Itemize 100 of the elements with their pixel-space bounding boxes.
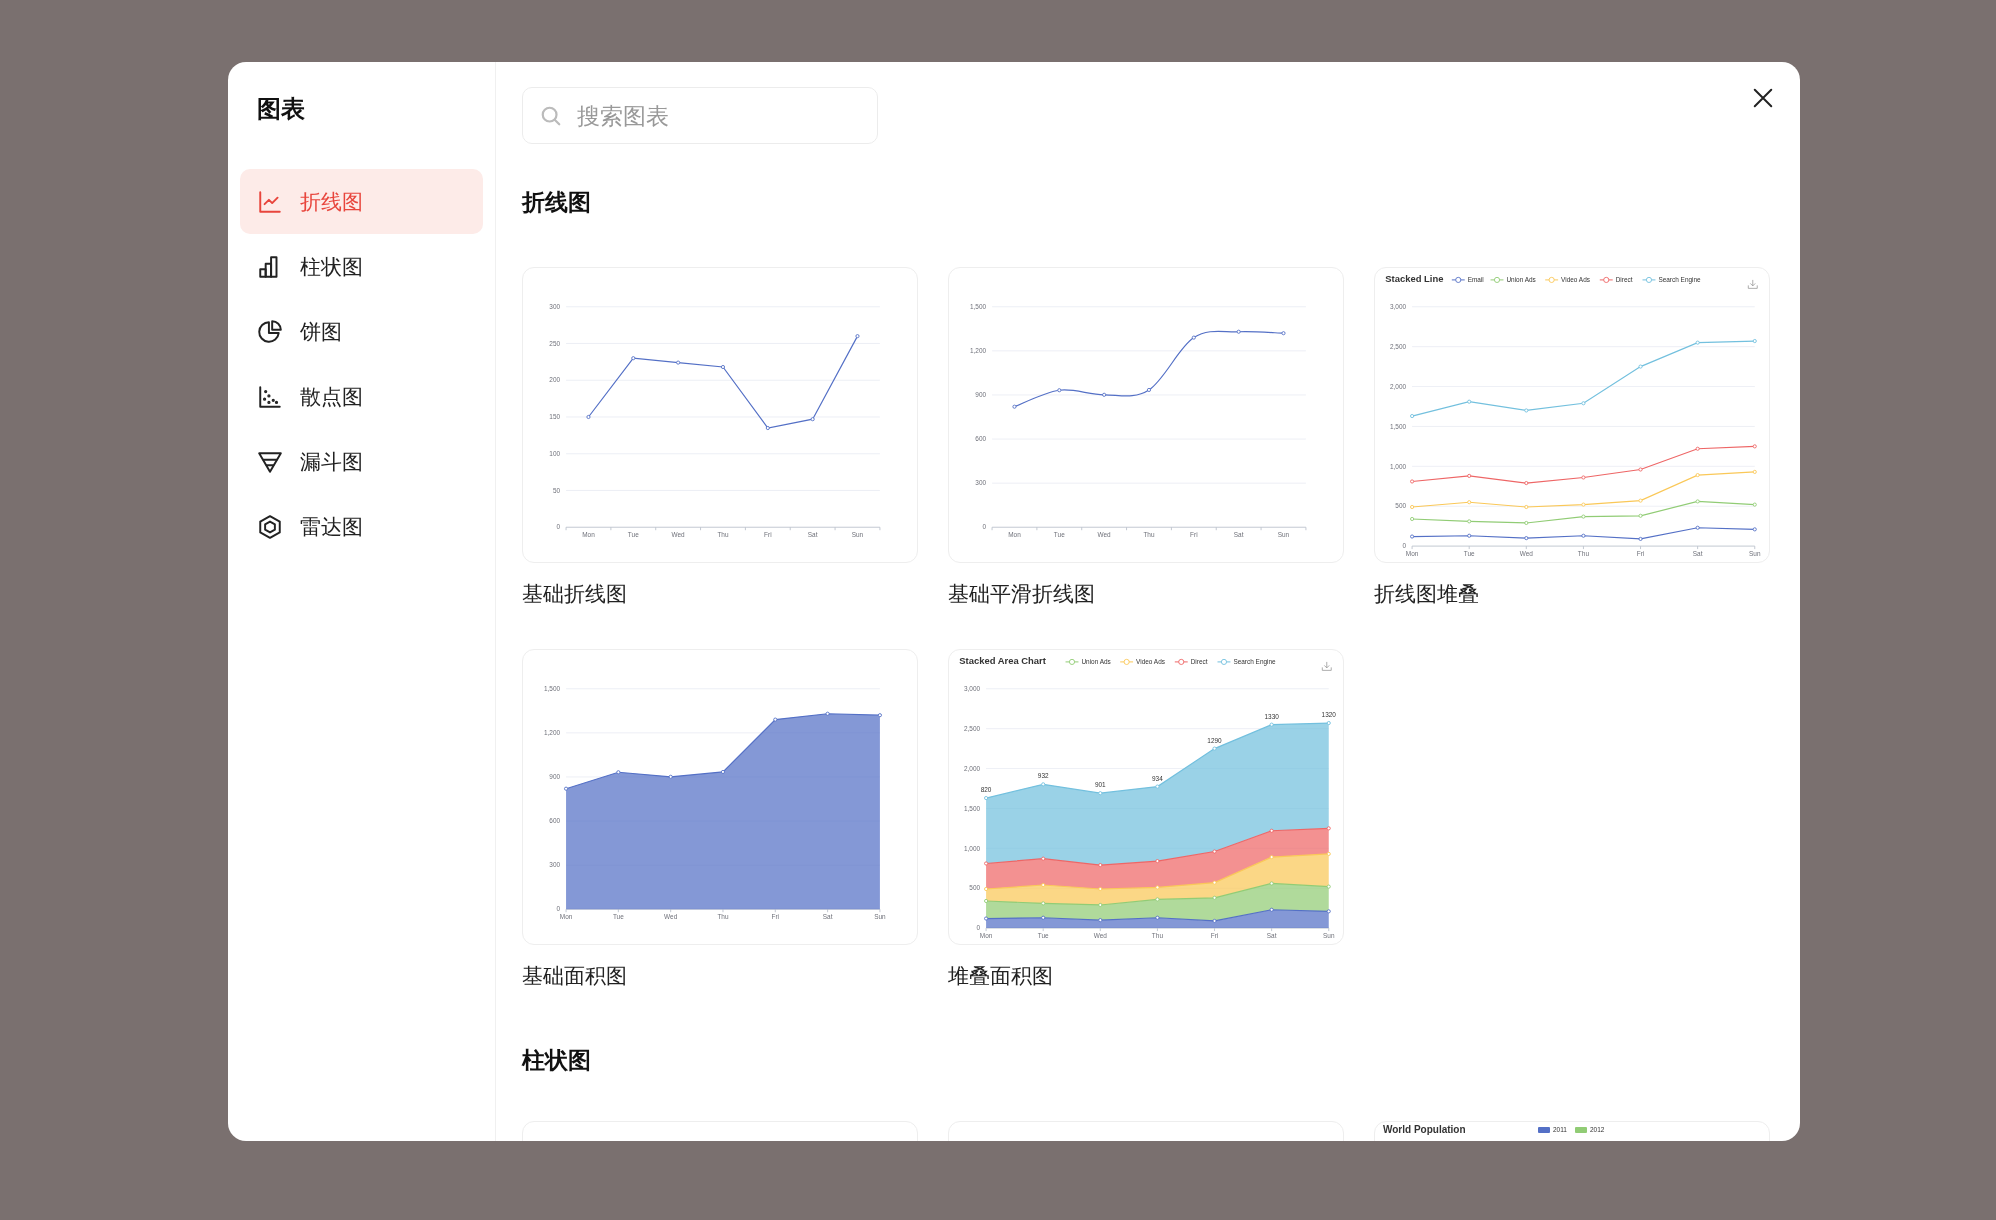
sidebar-item[interactable]: 散点图 [240, 364, 483, 429]
chart-title: Stacked Line [1385, 272, 1444, 284]
data-point [1410, 534, 1415, 539]
data-point [1236, 329, 1241, 334]
data-point [1191, 335, 1196, 340]
data-point [1326, 884, 1331, 889]
data-point [1212, 746, 1217, 751]
data-point [1752, 502, 1757, 507]
data-point [1581, 475, 1586, 480]
close-icon[interactable] [1752, 87, 1774, 109]
data-point [1155, 784, 1160, 789]
data-point [1752, 469, 1757, 474]
data-point [1212, 849, 1217, 854]
data-point [1524, 536, 1529, 541]
chart-title: Stacked Area Chart [959, 654, 1046, 666]
data-point [1581, 502, 1586, 507]
data-point [984, 916, 989, 921]
data-point [1326, 721, 1331, 726]
data-point [1581, 514, 1586, 519]
legend-icon [1642, 276, 1656, 283]
data-point [1041, 915, 1046, 920]
data-point [1467, 519, 1472, 524]
chart-caption: 基础平滑折线图 [948, 581, 1096, 607]
pie-chart-icon [257, 318, 283, 345]
sidebar-item[interactable]: 饼图 [240, 299, 483, 364]
data-point [855, 334, 860, 339]
data-point [984, 898, 989, 903]
data-point [1041, 883, 1046, 888]
data-point [1467, 473, 1472, 478]
data-point [1752, 339, 1757, 344]
data-point [1638, 498, 1643, 503]
data-point [773, 717, 778, 722]
legend-icon [1544, 276, 1559, 283]
data-point [1581, 401, 1586, 406]
search-field[interactable]: 搜索图表 [522, 87, 878, 144]
data-point [631, 356, 636, 361]
data-point [877, 713, 882, 718]
data-point [564, 786, 569, 791]
data-point [825, 711, 830, 716]
data-point [1467, 533, 1472, 538]
data-point [616, 770, 621, 775]
data-point [1638, 536, 1643, 541]
chart-caption: 基础折线图 [522, 581, 628, 607]
data-point [1269, 907, 1274, 912]
data-point [1269, 855, 1274, 860]
data-point [1155, 897, 1160, 902]
data-point [1212, 895, 1217, 900]
data-point [1102, 392, 1107, 397]
data-point [1269, 722, 1274, 727]
data-point [1041, 782, 1046, 787]
data-point [1695, 446, 1700, 451]
data-point [1041, 856, 1046, 861]
data-point [1410, 504, 1415, 510]
data-point [586, 414, 591, 420]
sidebar-item[interactable]: 雷达图 [240, 494, 483, 559]
download-icon[interactable] [1747, 279, 1758, 289]
data-point [1326, 909, 1331, 914]
data-point [1326, 826, 1331, 831]
data-point [1281, 331, 1286, 336]
download-icon[interactable] [1321, 661, 1332, 671]
data-point [1695, 525, 1700, 530]
data-point [1410, 414, 1415, 419]
data-point [1638, 513, 1643, 518]
data-point [1098, 886, 1103, 892]
data-point [810, 417, 815, 422]
sidebar-item[interactable]: 柱状图 [240, 234, 483, 299]
data-point [1638, 467, 1643, 472]
data-point [720, 364, 725, 370]
data-point [1012, 404, 1017, 409]
legend-icon [1065, 658, 1079, 665]
chart-caption: 基础面积图 [522, 963, 628, 989]
data-point [1524, 520, 1529, 525]
section-heading: 柱状图 [522, 1047, 592, 1073]
chart-title: World Population [1383, 1124, 1467, 1135]
data-point [1155, 859, 1160, 864]
data-point [1638, 364, 1643, 369]
data-point [1695, 340, 1700, 345]
legend-icon [1451, 276, 1466, 283]
data-point [1410, 479, 1415, 484]
chart-caption: 堆叠面积图 [948, 963, 1054, 989]
data-point [1581, 533, 1586, 538]
data-point [1155, 885, 1160, 890]
data-point [1098, 918, 1103, 923]
scatter-plot-icon [257, 383, 283, 410]
data-point [1098, 902, 1103, 907]
data-point [1752, 444, 1757, 449]
legend-icon [1599, 276, 1614, 283]
data-point [1410, 516, 1415, 521]
data-point [765, 425, 770, 431]
data-point [668, 774, 673, 779]
data-point [1212, 880, 1217, 885]
sidebar-item[interactable]: 漏斗图 [240, 429, 483, 494]
hexagon-icon [257, 513, 283, 540]
data-point [1695, 499, 1700, 504]
data-point [1467, 500, 1472, 505]
data-point [1524, 481, 1529, 486]
data-point [1524, 408, 1529, 413]
data-point [1269, 828, 1274, 833]
data-point [1752, 527, 1757, 532]
chart-caption: 折线图堆叠 [1374, 581, 1480, 607]
